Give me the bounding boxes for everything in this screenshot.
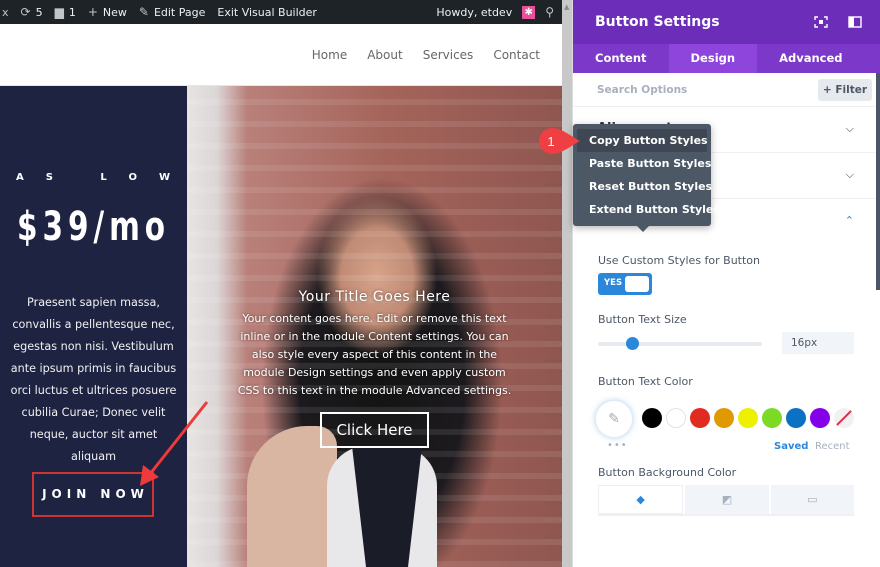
plus-icon: + [87, 5, 98, 19]
bg-color-label: Button Background Color [598, 466, 737, 479]
color-swatch[interactable] [738, 408, 758, 428]
pricing-eyebrow: AS LOW AS [16, 172, 277, 183]
updates-count: 5 [35, 5, 43, 19]
search-options-input[interactable] [597, 83, 818, 96]
custom-styles-label: Use Custom Styles for Button [598, 254, 761, 267]
search-icon[interactable]: ⚲ [545, 5, 554, 19]
bg-gradient-tab[interactable]: ◩ [685, 485, 769, 514]
click-here-button[interactable]: Click Here [320, 412, 429, 448]
admin-bar-exit-visual-builder[interactable]: Exit Visual Builder [217, 6, 317, 19]
toggle-yes-text: YES [604, 278, 623, 288]
panel-tabs: Content Design Advanced [573, 44, 880, 73]
chevron-down-icon: ⌵ [845, 122, 854, 135]
button-styles-context-menu: Copy Button Styles Paste Button Styles R… [573, 124, 720, 232]
new-label: New [102, 5, 127, 19]
exit-visual-builder-label: Exit Visual Builder [217, 5, 317, 19]
image-icon: ▭ [807, 493, 818, 506]
edit-page-label: Edit Page [153, 5, 206, 19]
search-options-row: + Filter [573, 73, 880, 107]
paint-bucket-icon: ◆ [636, 493, 645, 506]
eyedropper-icon: ✎ [608, 411, 620, 427]
color-swatch[interactable] [762, 408, 782, 428]
updates-icon: ⟳ [20, 5, 31, 19]
chevron-up-icon: ⌃ [844, 214, 854, 227]
nav-services[interactable]: Services [423, 48, 474, 62]
more-options-icon[interactable]: ••• [607, 440, 628, 451]
chevron-down-icon: ⌵ [845, 168, 854, 181]
text-size-slider-track[interactable] [598, 342, 762, 346]
pricing-price: $39/mo [17, 204, 170, 250]
join-now-button[interactable]: JOIN NOW [32, 472, 154, 517]
menu-copy-button-styles[interactable]: Copy Button Styles [577, 129, 708, 152]
tab-design[interactable]: Design [668, 44, 758, 73]
hero-image-section: Your Title Goes Here Your content goes h… [187, 86, 562, 567]
tab-content[interactable]: Content [573, 44, 669, 73]
color-swatch[interactable] [810, 408, 830, 428]
pricing-description: Praesent sapien massa, convallis a pelle… [10, 296, 177, 463]
text-color-label: Button Text Color [598, 375, 693, 388]
text-size-label: Button Text Size [598, 313, 687, 326]
custom-styles-toggle[interactable]: YES [598, 273, 652, 295]
admin-bar-new[interactable]: + New [88, 5, 127, 19]
panel-scrollbar[interactable] [876, 73, 880, 290]
admin-bar-comments[interactable]: ▆ 1 [55, 5, 76, 19]
hero-title: Your Title Goes Here [298, 289, 451, 305]
color-swatches [642, 408, 854, 428]
menu-paste-button-styles[interactable]: Paste Button Styles [577, 152, 711, 175]
pricing-column: AS LOW AS $39/mo Praesent sapien massa, … [0, 86, 277, 567]
nav-home[interactable]: Home [312, 48, 347, 62]
color-swatch[interactable] [642, 408, 662, 428]
filter-button[interactable]: + Filter [818, 78, 872, 101]
howdy-user[interactable]: Howdy, etdev [436, 6, 512, 19]
color-picker-button[interactable]: ✎ [595, 400, 633, 438]
text-size-slider-handle[interactable] [625, 337, 639, 350]
text-size-input[interactable] [782, 332, 854, 354]
admin-bar-x-fragment: x [2, 5, 9, 19]
background-type-tabs: ◆ ◩ ▭ [598, 485, 854, 516]
fullscreen-icon[interactable] [814, 16, 828, 28]
admin-bar-edit-page[interactable]: ✎ Edit Page [139, 5, 206, 19]
panel-header: Button Settings [573, 0, 880, 44]
annotation-badge-number: 1 [547, 134, 554, 149]
recent-colors-tab[interactable]: Recent [815, 441, 850, 452]
bg-color-tab[interactable]: ◆ [598, 485, 684, 514]
comments-count: 1 [68, 5, 76, 19]
split-view-icon[interactable] [848, 16, 862, 28]
menu-extend-button-styles[interactable]: Extend Button Styles [577, 198, 720, 221]
menu-reset-button-styles[interactable]: Reset Button Styles [577, 175, 712, 198]
annotation-badge: 1 [539, 128, 580, 154]
pencil-icon: ✎ [138, 5, 149, 19]
color-swatch[interactable] [690, 408, 710, 428]
annotation-badge-shape [539, 128, 580, 154]
saved-colors-tab[interactable]: Saved [774, 441, 808, 452]
swatch-transparent[interactable] [834, 408, 854, 428]
panel-title: Button Settings [595, 14, 720, 30]
main-nav: Home About Services Contact [312, 48, 540, 62]
hero-blurb: Your Title Goes Here Your content goes h… [232, 289, 517, 448]
tab-advanced[interactable]: Advanced [757, 44, 864, 73]
wp-admin-bar: x ⟳ 5 ▆ 1 + New ✎ Edit Page Exit Visual … [0, 0, 562, 24]
user-avatar[interactable]: ✱ [522, 5, 536, 19]
nav-about[interactable]: About [367, 48, 402, 62]
comment-icon: ▆ [54, 5, 64, 19]
admin-bar-updates[interactable]: ⟳ 5 [21, 5, 43, 19]
page-scrollbar[interactable]: ▲ [562, 0, 572, 567]
color-swatch[interactable] [786, 408, 806, 428]
site-header: Home About Services Contact [0, 24, 562, 86]
scroll-up-icon[interactable]: ▲ [564, 3, 569, 11]
bg-image-tab[interactable]: ▭ [770, 485, 854, 514]
nav-contact[interactable]: Contact [493, 48, 540, 62]
hero-text: Your content goes here. Edit or remove t… [237, 312, 512, 397]
color-swatch[interactable] [714, 408, 734, 428]
gradient-icon: ◩ [721, 493, 733, 506]
button-settings-panel: Button Settings Content Design Advanced … [572, 0, 880, 567]
color-swatch[interactable] [666, 408, 686, 428]
toggle-knob [625, 276, 649, 292]
